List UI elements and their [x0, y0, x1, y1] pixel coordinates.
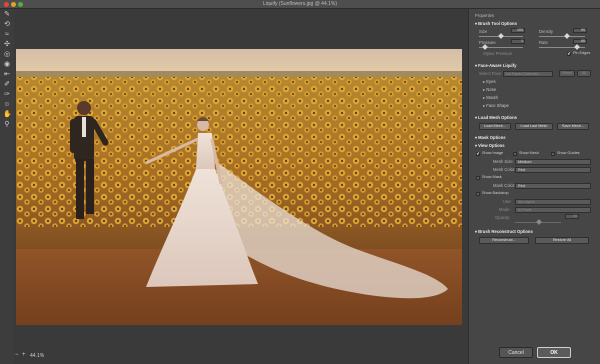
face-reset-button[interactable]: Reset	[559, 70, 575, 77]
density-slider[interactable]	[539, 33, 585, 39]
show-mesh-label: Show Mesh	[519, 151, 539, 155]
canvas-area[interactable]	[14, 9, 468, 348]
size-slider[interactable]	[479, 33, 523, 39]
smooth-tool-icon[interactable]: ≈	[3, 31, 11, 39]
show-image-label: Show Image	[482, 151, 504, 155]
ok-button[interactable]: OK	[537, 347, 571, 358]
section-brush-reconstruct[interactable]: Brush Reconstruct Options	[475, 229, 594, 235]
face-tool-icon[interactable]: ☺	[3, 101, 11, 109]
subsection-eyes[interactable]: Eyes	[483, 79, 594, 85]
pin-edges-label: Pin Edges	[573, 51, 591, 55]
section-brush-tool-options[interactable]: Brush Tool Options	[475, 21, 594, 27]
opacity-label: Opacity:	[495, 215, 511, 220]
tools-toolbar: ✎ ⟲ ≈ ✣ ◎ ◉ ⇤ ✐ ✑ ☺ ✋ ⚲	[0, 9, 14, 364]
size-value[interactable]: 100	[511, 28, 525, 33]
section-face-aware[interactable]: Face-Aware Liquify	[475, 63, 594, 69]
cancel-button[interactable]: Cancel	[499, 347, 533, 358]
pin-edges-checkbox[interactable]	[567, 51, 571, 57]
show-guides-label: Show Guides	[557, 151, 580, 155]
subsection-face-shape[interactable]: Face Shape	[483, 103, 594, 109]
window-title: Liquify (Sunflowers.jpg @ 44.1%)	[263, 1, 337, 7]
show-mesh-checkbox[interactable]	[513, 152, 517, 156]
reconstruct-button[interactable]: Reconstruct...	[479, 237, 529, 244]
show-image-checkbox[interactable]	[476, 151, 480, 157]
pressure-value[interactable]: 1	[511, 39, 525, 44]
reconstruct-tool-icon[interactable]: ⟲	[3, 21, 11, 29]
show-mask-label: Show Mask	[482, 175, 502, 179]
show-backdrop-checkbox[interactable]	[476, 192, 480, 196]
forward-warp-tool-icon[interactable]: ✎	[3, 11, 11, 19]
opacity-slider[interactable]	[515, 219, 561, 225]
mesh-size-dropdown[interactable]: Medium	[515, 159, 591, 165]
select-face-dropdown[interactable]: No Faces Detected	[503, 71, 553, 77]
mask-color-dropdown[interactable]: Red	[515, 183, 591, 189]
push-left-tool-icon[interactable]: ⇤	[3, 71, 11, 79]
rate-slider[interactable]	[539, 44, 585, 50]
mode-dropdown[interactable]: In Front	[515, 207, 591, 213]
density-value[interactable]: 50	[573, 28, 587, 33]
preview-image[interactable]	[16, 49, 462, 325]
thaw-mask-tool-icon[interactable]: ✑	[3, 91, 11, 99]
show-backdrop-label: Show Backdrop	[482, 191, 509, 195]
restore-all-button[interactable]: Restore All	[535, 237, 589, 244]
section-mask-options[interactable]: Mask Options	[475, 135, 594, 141]
zoom-level[interactable]: 44.1%	[30, 353, 44, 359]
status-bar: − + 44.1%	[14, 348, 468, 364]
use-dropdown[interactable]: All Layers	[515, 199, 591, 205]
zoom-in-button[interactable]: +	[22, 352, 26, 358]
zoom-out-button[interactable]: −	[15, 352, 19, 358]
freeze-mask-tool-icon[interactable]: ✐	[3, 81, 11, 89]
show-guides-checkbox[interactable]	[551, 152, 555, 156]
properties-panel: Properties Brush Tool Options Size 100 D…	[468, 9, 600, 364]
hand-tool-icon[interactable]: ✋	[3, 111, 12, 119]
face-all-button[interactable]: All	[577, 70, 591, 77]
window-titlebar: Liquify (Sunflowers.jpg @ 44.1%)	[0, 0, 600, 9]
subsection-mouth[interactable]: Mouth	[483, 95, 594, 101]
rate-value[interactable]: 80	[573, 39, 587, 44]
opacity-value[interactable]: 50	[565, 214, 579, 219]
pucker-tool-icon[interactable]: ◎	[3, 51, 11, 59]
save-mesh-button[interactable]: Save Mesh...	[557, 123, 589, 130]
section-load-mesh-options[interactable]: Load Mesh Options	[475, 115, 594, 121]
twirl-tool-icon[interactable]: ✣	[3, 41, 11, 49]
show-mask-checkbox[interactable]	[476, 176, 480, 180]
mesh-color-dropdown[interactable]: Red	[515, 167, 591, 173]
bloat-tool-icon[interactable]: ◉	[3, 61, 11, 69]
load-mesh-button[interactable]: Load Mesh...	[479, 123, 511, 130]
load-last-mesh-button[interactable]: Load Last Mesh	[515, 123, 553, 130]
subsection-nose[interactable]: Nose	[483, 87, 594, 93]
panel-title: Properties	[475, 13, 495, 18]
section-view-options[interactable]: View Options	[475, 143, 594, 149]
pressure-slider[interactable]	[479, 44, 523, 50]
zoom-tool-icon[interactable]: ⚲	[3, 121, 11, 129]
